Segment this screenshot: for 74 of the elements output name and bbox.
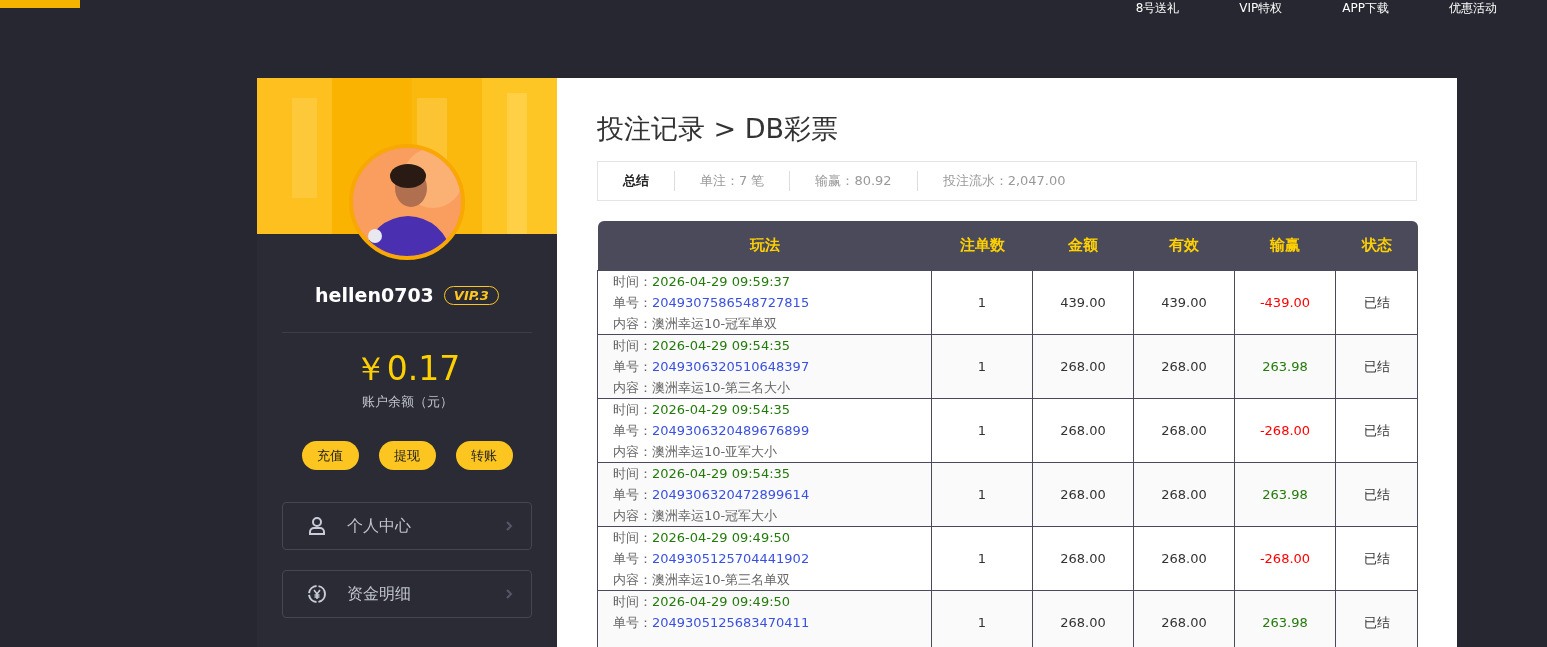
table-cell: 已结 bbox=[1335, 526, 1418, 591]
action-button[interactable]: 充值 bbox=[301, 441, 359, 470]
table-cell: 268.00 bbox=[1133, 398, 1235, 463]
column-header: 玩法 bbox=[597, 221, 932, 271]
bet-time: 时间：2026-04-29 09:54:35 bbox=[613, 401, 792, 419]
table-cell: 1 bbox=[931, 334, 1033, 399]
column-header: 金额 bbox=[1032, 221, 1134, 271]
table-cell: 1 bbox=[931, 462, 1033, 527]
order-number: 单号：2049306320472899614 bbox=[613, 486, 811, 504]
column-header: 输赢 bbox=[1234, 221, 1336, 271]
profit-cell: 263.98 bbox=[1234, 462, 1336, 527]
menu-item[interactable]: 资金明细 bbox=[282, 570, 532, 618]
table-cell: 439.00 bbox=[1032, 270, 1134, 335]
user-icon bbox=[307, 516, 327, 536]
table-cell: 已结 bbox=[1335, 334, 1418, 399]
column-header: 有效 bbox=[1133, 221, 1235, 271]
table-cell: 268.00 bbox=[1133, 590, 1235, 647]
balance-label: 账户余额（元） bbox=[361, 393, 453, 411]
summary-stat: 投注流水：2,047.00 bbox=[916, 171, 1091, 191]
chevron-right-icon bbox=[506, 589, 513, 599]
username: hellen0703 bbox=[315, 284, 434, 306]
bet-content: 内容：澳洲幸运10-第三名单双 bbox=[613, 571, 792, 589]
nav-link[interactable]: 优惠活动 bbox=[1419, 1, 1527, 15]
table-cell: 268.00 bbox=[1133, 526, 1235, 591]
summary-stat: 单注：7 笔 bbox=[674, 171, 790, 191]
nav-link[interactable]: APP下载 bbox=[1312, 1, 1419, 15]
nav-link[interactable]: VIP特权 bbox=[1209, 1, 1313, 15]
bet-content: 内容：澳洲幸运10-冠军单双 bbox=[613, 315, 779, 333]
table-cell: 268.00 bbox=[1133, 334, 1235, 399]
order-number: 单号：2049305125683470411 bbox=[613, 614, 811, 632]
order-number: 单号：2049306320489676899 bbox=[613, 422, 811, 440]
profit-cell: 263.98 bbox=[1234, 590, 1336, 647]
profit-cell: 263.98 bbox=[1234, 334, 1336, 399]
menu-item[interactable]: 个人中心 bbox=[282, 502, 532, 550]
table-cell: 已结 bbox=[1335, 590, 1418, 647]
table-cell: 1 bbox=[931, 526, 1033, 591]
table-cell: 268.00 bbox=[1032, 526, 1134, 591]
chevron-right-icon bbox=[506, 521, 513, 531]
balance-amount: ￥0.17 bbox=[353, 349, 461, 389]
profit-cell: -268.00 bbox=[1234, 398, 1336, 463]
column-header: 注单数 bbox=[931, 221, 1033, 271]
page-title: 投注记录 > DB彩票 bbox=[597, 112, 840, 146]
table-cell: 1 bbox=[931, 590, 1033, 647]
table-cell: 439.00 bbox=[1133, 270, 1235, 335]
order-number: 单号：2049305125704441902 bbox=[613, 550, 811, 568]
table-cell: 268.00 bbox=[1032, 462, 1134, 527]
bet-time: 时间：2026-04-29 09:49:50 bbox=[613, 593, 792, 611]
yen-coin-icon bbox=[307, 584, 327, 604]
bet-time: 时间：2026-04-29 09:54:35 bbox=[613, 337, 792, 355]
profit-cell: -439.00 bbox=[1234, 270, 1336, 335]
bet-content: 内容：澳洲幸运10-亚军大小 bbox=[613, 443, 779, 461]
bet-time: 时间：2026-04-29 09:59:37 bbox=[613, 273, 792, 291]
bet-time: 时间：2026-04-29 09:49:50 bbox=[613, 529, 792, 547]
profit-cell: -268.00 bbox=[1234, 526, 1336, 591]
table-cell: 已结 bbox=[1335, 398, 1418, 463]
table-cell: 1 bbox=[931, 270, 1033, 335]
table-cell: 268.00 bbox=[1032, 590, 1134, 647]
action-button[interactable]: 转账 bbox=[455, 441, 513, 470]
table-cell: 268.00 bbox=[1133, 462, 1235, 527]
order-number: 单号：2049307586548727815 bbox=[613, 294, 811, 312]
table-cell: 1 bbox=[931, 398, 1033, 463]
column-header: 状态 bbox=[1335, 221, 1418, 271]
table-cell: 268.00 bbox=[1032, 398, 1134, 463]
nav-link[interactable]: 8号送礼 bbox=[1105, 1, 1210, 15]
table-cell: 已结 bbox=[1335, 462, 1418, 527]
summary-heading: 总结 bbox=[623, 172, 650, 190]
bet-content: 内容：澳洲幸运10-冠军大小 bbox=[613, 507, 779, 525]
bet-content: 内容：澳洲幸运10-第三名大小 bbox=[613, 379, 792, 397]
bet-time: 时间：2026-04-29 09:54:35 bbox=[613, 465, 792, 483]
table-cell: 268.00 bbox=[1032, 334, 1134, 399]
summary-stat: 输赢：80.92 bbox=[789, 171, 917, 191]
order-number: 单号：2049306320510648397 bbox=[613, 358, 811, 376]
table-cell: 已结 bbox=[1335, 270, 1418, 335]
action-button[interactable]: 提现 bbox=[378, 441, 436, 470]
